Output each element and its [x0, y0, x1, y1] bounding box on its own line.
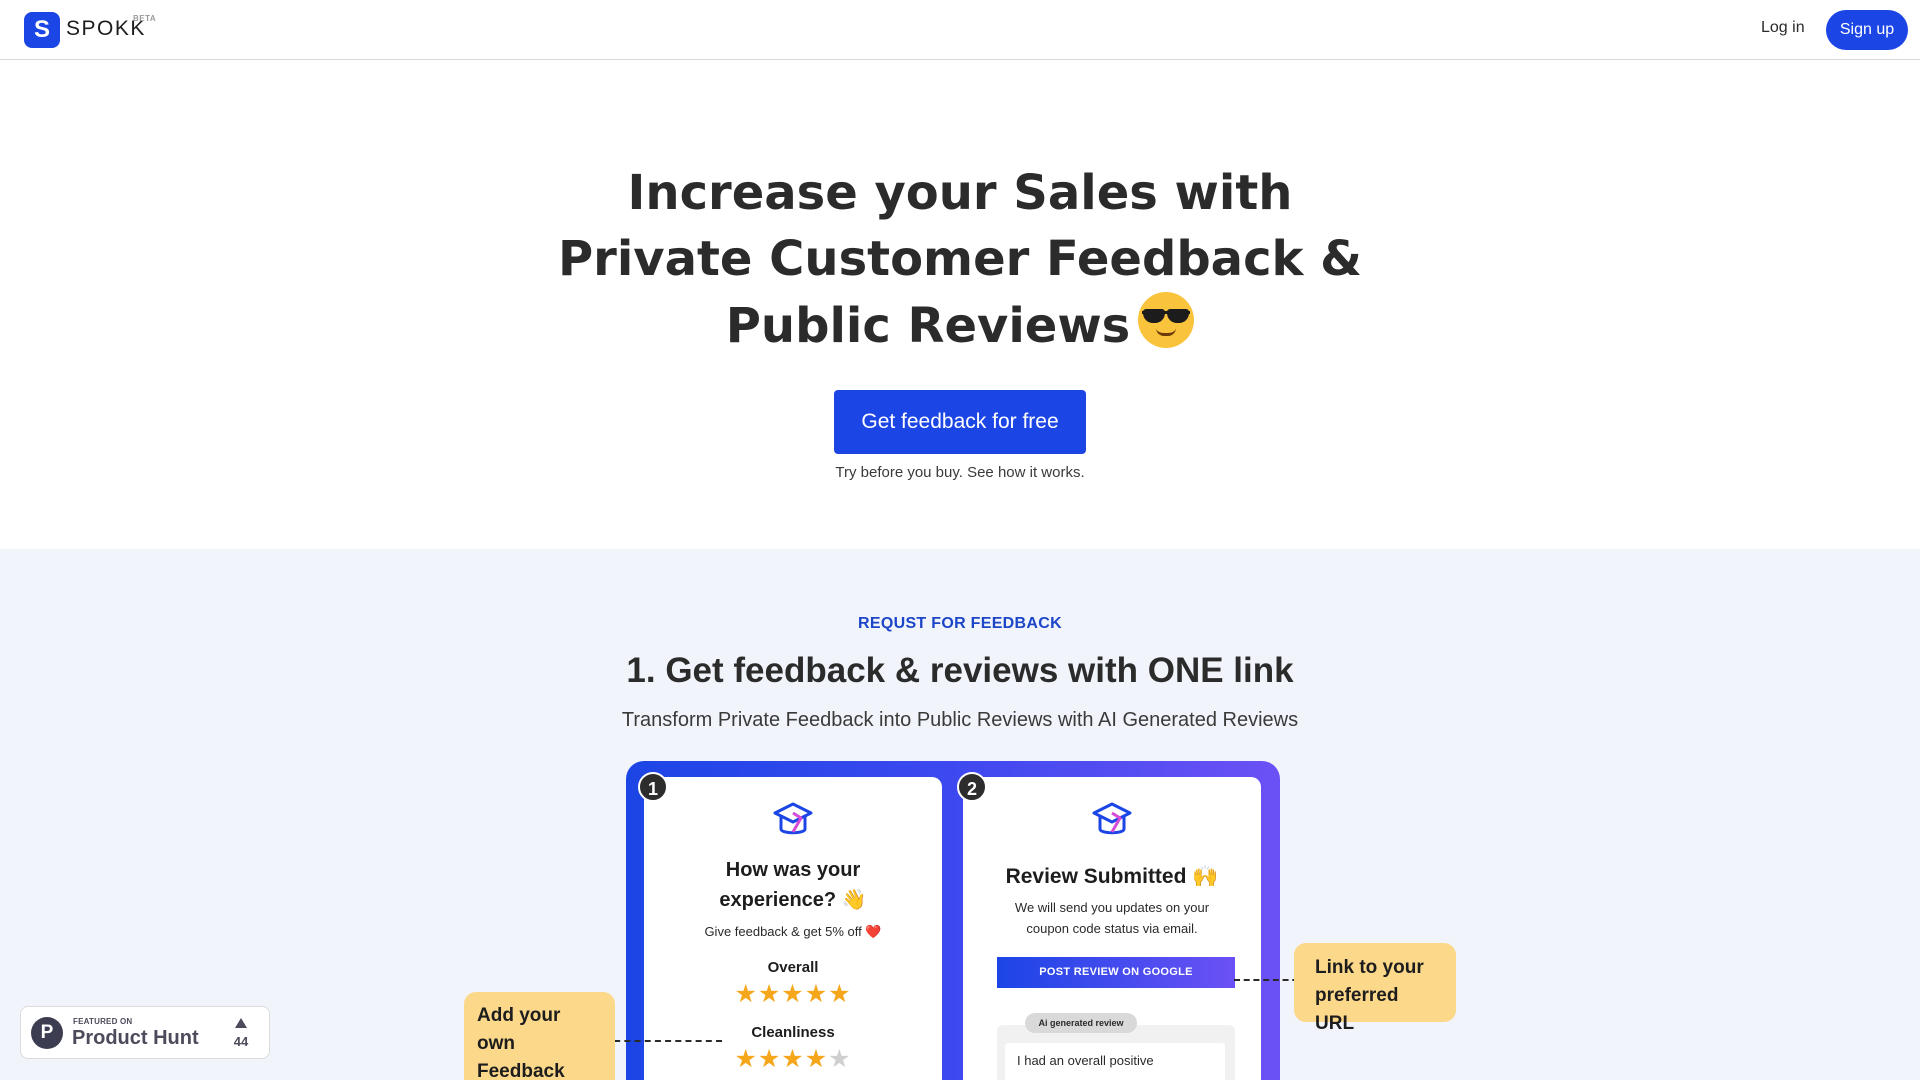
feedback-question: How was your experience? 👋 — [644, 855, 942, 915]
section-subtitle: Transform Private Feedback into Public R… — [621, 709, 1299, 731]
star-icon[interactable]: ★ — [758, 980, 781, 1008]
hero-title-line-2: Private Customer Feedback & — [557, 231, 1363, 287]
attribute-label-cleanliness: Cleanliness — [751, 1024, 835, 1041]
rating-stars-cleanliness[interactable]: ★★★★★ — [644, 1046, 942, 1072]
hero-title-line-3-wrapper: Public Reviews — [0, 292, 1920, 359]
graduation-cap-logo-icon — [773, 802, 813, 835]
star-icon[interactable]: ★ — [781, 980, 804, 1008]
ph-name: Product Hunt — [72, 1027, 199, 1049]
rating-stars-overall[interactable]: ★★★★★ — [644, 981, 942, 1007]
feedback-form-card: How was your experience? 👋 Give feedback… — [644, 777, 942, 1080]
callout-connector-left — [604, 1040, 722, 1042]
feature-section: REQUST FOR FEEDBACK 1. Get feedback & re… — [0, 549, 1920, 1080]
star-icon[interactable]: ★ — [805, 980, 828, 1008]
step-number-2: 2 — [957, 772, 987, 802]
product-hunt-badge[interactable]: P FEATURED ON Product Hunt 44 — [20, 1006, 270, 1059]
section-title: 1. Get feedback & reviews with ONE link — [626, 651, 1294, 690]
star-icon[interactable]: ★ — [734, 1045, 757, 1073]
star-icon[interactable]: ★ — [828, 980, 851, 1008]
step-number-1: 1 — [638, 772, 668, 802]
get-feedback-button[interactable]: Get feedback for free — [834, 390, 1086, 454]
hero-title: Increase your Sales with Private Custome… — [0, 160, 1920, 359]
section-eyebrow: REQUST FOR FEEDBACK — [858, 615, 1062, 632]
star-icon[interactable]: ★ — [734, 980, 757, 1008]
signup-button[interactable]: Sign up — [1826, 10, 1908, 50]
ai-generated-badge: Ai generated review — [1025, 1013, 1137, 1033]
ai-review-text[interactable]: I had an overall positive — [1005, 1043, 1225, 1080]
graduation-cap-logo-icon — [1092, 802, 1132, 835]
post-review-google-button[interactable]: POST REVIEW ON GOOGLE — [997, 957, 1235, 988]
cta-subtext: Try before you buy. See how it works. — [835, 464, 1085, 481]
sunglasses-emoji-icon — [1138, 292, 1195, 348]
attribute-label-overall: Overall — [767, 959, 819, 976]
feedback-question-line-1: How was your — [725, 859, 861, 881]
product-hunt-logo-icon: P — [31, 1017, 63, 1049]
star-icon[interactable]: ★ — [781, 1045, 804, 1073]
feedback-incentive: Give feedback & get 5% off ❤️ — [704, 924, 882, 939]
star-icon[interactable]: ★ — [805, 1045, 828, 1073]
upvote-arrow-icon — [235, 1018, 247, 1028]
callout-feedback-attributes: Add your own Feedback Attributes — [464, 992, 615, 1080]
demo-frame: How was your experience? 👋 Give feedback… — [626, 761, 1280, 1080]
feedback-question-line-2: experience? 👋 — [719, 889, 867, 911]
hero-title-line-1: Increase your Sales with — [627, 165, 1293, 221]
review-submitted-title: Review Submitted 🙌 — [1005, 865, 1219, 888]
ph-upvote-count: 44 — [233, 1034, 249, 1049]
star-icon[interactable]: ★ — [758, 1045, 781, 1073]
spokk-logo-icon[interactable]: S — [24, 12, 60, 48]
hero-title-line-3: Public Reviews — [725, 298, 1131, 354]
login-link[interactable]: Log in — [1761, 19, 1805, 37]
callout-preferred-url: Link to your preferred URL — [1294, 943, 1456, 1034]
ph-featured-label: FEATURED ON — [73, 1017, 133, 1026]
beta-badge: BETA — [133, 14, 157, 23]
review-submitted-subtitle: We will send you updates on your coupon … — [1014, 900, 1210, 936]
top-nav: S SPOKK BETA Log in Sign up — [0, 0, 1920, 60]
review-submitted-card: Review Submitted 🙌 We will send you upda… — [963, 777, 1261, 1080]
star-empty-icon[interactable]: ★ — [828, 1045, 851, 1073]
